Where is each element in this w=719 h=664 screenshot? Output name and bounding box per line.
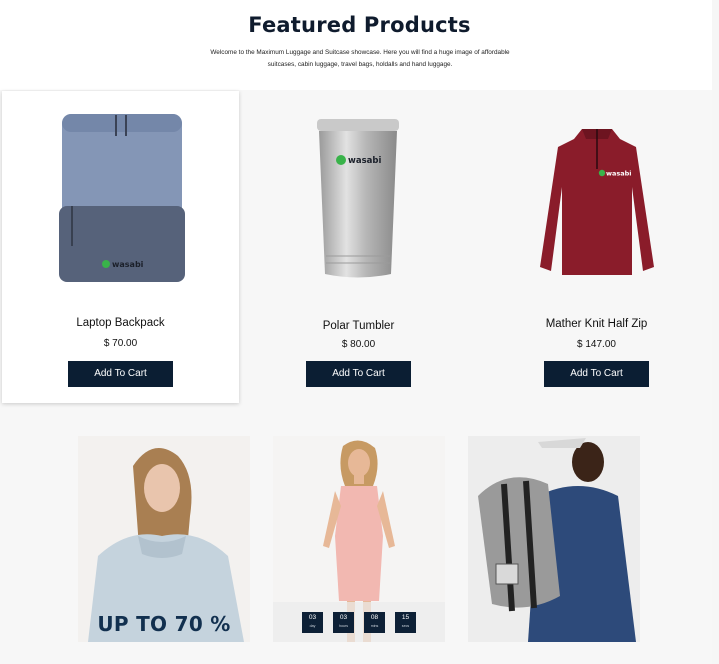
countdown-days: 03 day bbox=[302, 611, 323, 633]
product-name[interactable]: Laptop Backpack bbox=[2, 317, 239, 329]
sale-text: UP TO 70 % bbox=[97, 612, 231, 636]
add-to-cart-button[interactable]: Add To Cart bbox=[68, 361, 173, 387]
countdown-timer: 03 day 03 hours 08 mins 15 secs bbox=[273, 602, 445, 642]
countdown-secs: 15 secs bbox=[395, 611, 416, 633]
product-price: $ 80.00 bbox=[341, 339, 376, 350]
product-card[interactable]: wasabi Polar Tumbler $ 80.00 Add To Cart bbox=[240, 91, 477, 403]
countdown-mins: 08 mins bbox=[364, 611, 385, 633]
promo-backpack-banner[interactable] bbox=[468, 436, 640, 642]
product-name[interactable]: Mather Knit Half Zip bbox=[478, 318, 715, 330]
model-backpack-image bbox=[468, 436, 640, 642]
promo-sale-banner[interactable]: UP TO 70 % bbox=[78, 436, 250, 642]
half-zip-jacket-image[interactable]: wasabi bbox=[478, 91, 715, 306]
product-price: $ 147.00 bbox=[577, 339, 616, 350]
tumbler-image[interactable]: wasabi bbox=[240, 91, 477, 306]
svg-text:wasabi: wasabi bbox=[112, 260, 144, 269]
svg-text:wasabi: wasabi bbox=[348, 156, 381, 166]
product-card[interactable]: wasabi Laptop Backpack $ 70.00 Add To Ca… bbox=[2, 91, 239, 403]
add-to-cart-button[interactable]: Add To Cart bbox=[306, 361, 411, 387]
promo-countdown-banner[interactable]: 03 day 03 hours 08 mins 15 secs bbox=[273, 436, 445, 642]
product-card[interactable]: wasabi Mather Knit Half Zip $ 147.00 Add… bbox=[478, 91, 715, 403]
product-price: $ 70.00 bbox=[103, 338, 138, 349]
countdown-hours: 03 hours bbox=[333, 611, 354, 633]
backpack-image[interactable]: wasabi bbox=[2, 91, 239, 306]
page-title: Featured Products bbox=[248, 13, 471, 37]
add-to-cart-button[interactable]: Add To Cart bbox=[544, 361, 649, 387]
page-subtitle: Welcome to the Maximum Luggage and Suitc… bbox=[210, 49, 510, 68]
svg-text:wasabi: wasabi bbox=[606, 170, 632, 178]
product-name[interactable]: Polar Tumbler bbox=[240, 320, 477, 332]
